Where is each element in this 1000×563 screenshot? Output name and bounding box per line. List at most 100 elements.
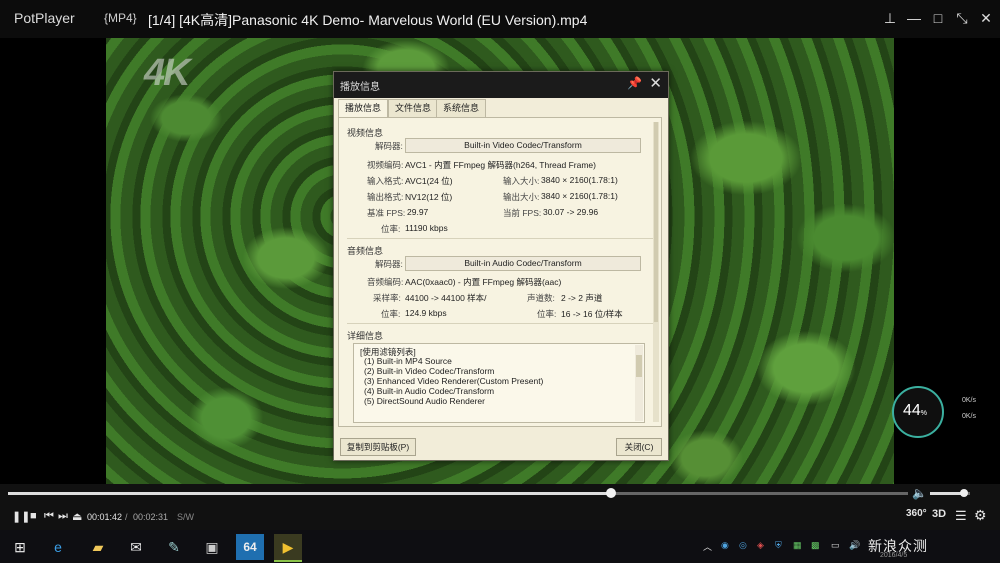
- dialog-title-bar[interactable]: 播放信息 📌 ✕: [334, 72, 668, 98]
- sample-rate-label: 采样率:: [373, 293, 401, 303]
- tab-file-info[interactable]: 文件信息: [388, 99, 439, 118]
- next-icon[interactable]: ⏭: [58, 510, 68, 523]
- audio-codec-value: AAC(0xaac0) - 内置 FFmpeg 解码器(aac): [405, 277, 562, 287]
- 3d-button[interactable]: 3D: [932, 508, 946, 520]
- video-section-title: 视频信息: [347, 128, 384, 138]
- in-format-value: AVC1(24 位): [405, 176, 453, 186]
- copy-to-clipboard-button[interactable]: 复制到剪贴板(P): [340, 438, 416, 456]
- stop-icon[interactable]: ■: [30, 510, 37, 522]
- seek-bar[interactable]: [8, 488, 908, 498]
- cur-fps-label: 当前 FPS:: [503, 208, 542, 218]
- volume-fill: [930, 492, 964, 495]
- close-icon[interactable]: ✕: [976, 8, 996, 28]
- divider: [347, 238, 653, 239]
- volume-icon[interactable]: 🔈: [912, 486, 927, 500]
- tray-app-icon[interactable]: ▩: [811, 540, 820, 551]
- app-name[interactable]: PotPlayer: [14, 10, 75, 26]
- tray-app-icon[interactable]: ◉: [721, 540, 729, 551]
- video-codec-label: 视频编码:: [367, 160, 404, 170]
- file-title: [1/4] [4K高清]Panasonic 4K Demo- Marvelous…: [148, 12, 588, 28]
- mail-icon[interactable]: ✉: [122, 534, 150, 560]
- seek-knob[interactable]: [606, 488, 616, 498]
- network-speed-widget[interactable]: 44%: [892, 386, 944, 438]
- list-scrollbar[interactable]: [635, 345, 643, 421]
- 360-button[interactable]: 360°: [906, 508, 927, 519]
- tray-app-icon[interactable]: ▦: [793, 540, 802, 551]
- audio-codec-label: 音频编码:: [367, 277, 404, 287]
- seek-fill: [8, 492, 611, 495]
- eject-icon[interactable]: ⏏: [72, 510, 82, 523]
- cur-fps-value: 30.07 -> 29.96: [543, 207, 599, 217]
- info-panel: 视频信息 解码器: Built-in Video Codec/Transform…: [338, 117, 662, 427]
- in-size-label: 输入大小:: [503, 176, 540, 186]
- playback-info-dialog: 播放信息 📌 ✕ 播放信息 文件信息 系统信息 视频信息 解码器: Built-…: [333, 71, 669, 461]
- fullscreen-icon[interactable]: ⤡: [952, 8, 972, 28]
- tray-app-icon[interactable]: ◈: [757, 540, 764, 551]
- volume-knob[interactable]: [960, 489, 968, 497]
- out-format-label: 输出格式:: [367, 192, 404, 202]
- tray-app-icon[interactable]: ◎: [739, 540, 747, 551]
- dialog-title: 播放信息: [340, 82, 380, 93]
- previous-icon[interactable]: ⏮: [44, 510, 54, 523]
- sw-toggle[interactable]: S/W: [177, 512, 194, 522]
- audio-bitrate-label: 位率:: [381, 309, 401, 319]
- base-fps-label: 基准 FPS:: [367, 208, 406, 218]
- panel-scroll-thumb[interactable]: [654, 122, 658, 322]
- out-size-label: 输出大小:: [503, 192, 540, 202]
- maximize-icon[interactable]: □: [928, 8, 948, 28]
- list-item: (4) Built-in Audio Codec/Transform: [364, 386, 495, 396]
- video-decoder-label: 解码器:: [375, 141, 403, 151]
- out-format-value: NV12(12 位): [405, 192, 453, 202]
- edge-icon[interactable]: e: [44, 534, 72, 560]
- detail-section-title: 详细信息: [347, 331, 384, 341]
- installer-icon[interactable]: ▣: [198, 534, 226, 560]
- format-label: {MP4}: [104, 11, 137, 25]
- volume-tray-icon[interactable]: 🔊: [849, 540, 860, 551]
- sample-rate-value: 44100 -> 44100 样本/: [405, 293, 487, 303]
- video-bitrate-label: 位率:: [381, 224, 401, 234]
- list-item: (2) Built-in Video Codec/Transform: [364, 366, 495, 376]
- video-codec-value: AVC1 - 内置 FFmpeg 解码器(h264, Thread Frame): [405, 160, 596, 170]
- current-time: 00:01:42: [87, 512, 123, 522]
- paint-icon[interactable]: ✎: [160, 534, 188, 560]
- panel-scrollbar[interactable]: [653, 122, 659, 422]
- upload-speed: 0K/s: [962, 397, 977, 404]
- playback-controls: 🔈 ❚❚ ■ ⏮ ⏭ ⏏ 00:01:42 / 00:02:31 S/W 360…: [0, 484, 1000, 530]
- tray-shield-icon[interactable]: ⛨: [775, 540, 782, 551]
- tab-playback-info[interactable]: 播放信息: [338, 99, 389, 118]
- bit-depth-label: 位率:: [537, 309, 557, 319]
- playlist-icon[interactable]: ☰: [955, 508, 967, 524]
- close-button[interactable]: 关闭(C): [616, 438, 662, 456]
- tray-chevron-icon[interactable]: ︿: [703, 540, 712, 553]
- tab-system-info[interactable]: 系统信息: [436, 99, 487, 118]
- time-separator: /: [125, 512, 128, 522]
- dialog-pin-icon[interactable]: 📌: [627, 76, 642, 90]
- 64-app-icon[interactable]: 64: [236, 534, 264, 560]
- download-speed: 0K/s: [962, 413, 977, 420]
- settings-gear-icon[interactable]: ⚙: [974, 507, 987, 524]
- minimize-icon[interactable]: —: [904, 8, 924, 28]
- list-scroll-thumb[interactable]: [636, 355, 642, 377]
- channels-label: 声道数:: [527, 293, 555, 303]
- total-time: 00:02:31: [133, 512, 169, 522]
- channels-value: 2 -> 2 声道: [561, 293, 603, 303]
- list-item: (5) DirectSound Audio Renderer: [364, 396, 485, 406]
- list-item: (1) Built-in MP4 Source: [364, 356, 452, 366]
- volume-slider[interactable]: [930, 489, 970, 497]
- list-item: (3) Enhanced Video Renderer(Custom Prese…: [364, 376, 544, 386]
- pin-icon[interactable]: ⊥: [880, 8, 900, 28]
- battery-icon[interactable]: ▭: [831, 540, 840, 551]
- pause-icon[interactable]: ❚❚: [12, 510, 30, 523]
- percent-value: 44%: [903, 402, 927, 420]
- video-decoder-value: Built-in Video Codec/Transform: [405, 138, 641, 153]
- potplayer-icon[interactable]: ▶: [274, 534, 302, 562]
- file-explorer-icon[interactable]: ▰: [84, 534, 112, 560]
- in-format-label: 输入格式:: [367, 176, 404, 186]
- filter-list[interactable]: [使用滤镜列表] (1) Built-in MP4 Source (2) Bui…: [353, 343, 645, 423]
- windows-start-icon[interactable]: ⊞: [6, 534, 34, 560]
- dialog-close-icon[interactable]: ✕: [649, 74, 662, 92]
- audio-decoder-label: 解码器:: [375, 259, 403, 269]
- video-4k-logo: 4K: [144, 52, 191, 94]
- clock-date[interactable]: 2016/4/5: [880, 552, 907, 559]
- percent-number: 44: [903, 402, 921, 419]
